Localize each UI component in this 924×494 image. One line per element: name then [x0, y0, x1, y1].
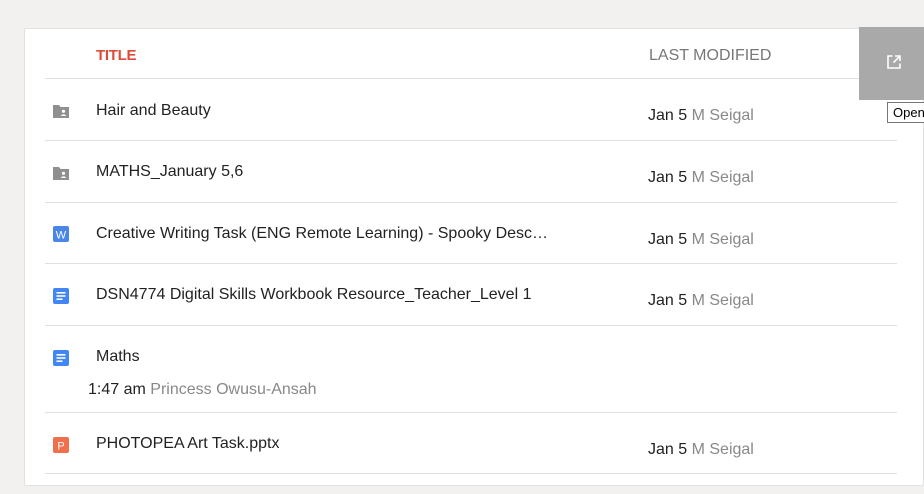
recent-files-card: TITLE LAST MODIFIED Hair and Beauty Jan …	[24, 28, 924, 486]
title-column-header[interactable]: TITLE	[96, 47, 136, 64]
file-row-hair-and-beauty[interactable]: Hair and Beauty Jan 5 M Seigal	[45, 80, 897, 141]
powerpoint-icon: P	[53, 437, 69, 453]
svg-text:W: W	[56, 230, 67, 242]
shared-folder-icon	[53, 105, 69, 118]
word-doc-icon: W	[53, 226, 69, 242]
file-row-creative-writing[interactable]: W Creative Writing Task (ENG Remote Lear…	[45, 203, 897, 264]
last-modified-column-header[interactable]: LAST MODIFIED	[649, 47, 771, 65]
modified-user: M Seigal	[691, 231, 754, 248]
table-header: TITLE LAST MODIFIED	[45, 29, 897, 79]
modified-user: Princess Owusu-Ansah	[150, 381, 317, 398]
open-in-new-icon	[887, 55, 901, 69]
modified-date: 1:47 am	[88, 381, 146, 398]
file-name[interactable]: Maths	[96, 348, 140, 366]
modified-user: M Seigal	[691, 292, 754, 309]
file-row-photopea[interactable]: P PHOTOPEA Art Task.pptx Jan 5 M Seigal	[45, 413, 897, 474]
file-name[interactable]: DSN4774 Digital Skills Workbook Resource…	[96, 286, 531, 304]
open-tooltip: Open	[887, 102, 924, 123]
modified-user: M Seigal	[691, 441, 754, 458]
modified-info: Jan 5 M Seigal	[648, 169, 754, 187]
open-in-new-window-button[interactable]	[859, 27, 924, 100]
modified-info: Jan 5 M Seigal	[648, 107, 754, 125]
file-row-maths-january[interactable]: MATHS_January 5,6 Jan 5 M Seigal	[45, 141, 897, 203]
modified-user: M Seigal	[691, 169, 754, 186]
modified-date: Jan 5	[648, 292, 688, 309]
modified-info: Jan 5 M Seigal	[648, 292, 754, 310]
svg-text:P: P	[57, 441, 64, 453]
modified-info: Jan 5 M Seigal	[648, 441, 754, 459]
file-name[interactable]: Creative Writing Task (ENG Remote Learni…	[96, 225, 548, 243]
modified-date: Jan 5	[648, 231, 688, 248]
modified-date: Jan 5	[648, 441, 688, 458]
google-doc-icon	[53, 288, 69, 304]
google-doc-icon	[53, 350, 69, 366]
modified-info: Jan 5 M Seigal	[648, 231, 754, 249]
modified-date: Jan 5	[648, 169, 688, 186]
file-row-dsn4774[interactable]: DSN4774 Digital Skills Workbook Resource…	[45, 264, 897, 326]
modified-info: 1:47 am Princess Owusu-Ansah	[88, 381, 317, 399]
file-name[interactable]: Hair and Beauty	[96, 102, 211, 120]
file-name[interactable]: PHOTOPEA Art Task.pptx	[96, 435, 279, 453]
modified-date: Jan 5	[648, 107, 688, 124]
shared-folder-icon	[53, 167, 69, 180]
file-row-maths[interactable]: Maths 1:47 am Princess Owusu-Ansah	[45, 326, 897, 413]
file-name[interactable]: MATHS_January 5,6	[96, 163, 243, 181]
modified-user: M Seigal	[691, 107, 754, 124]
